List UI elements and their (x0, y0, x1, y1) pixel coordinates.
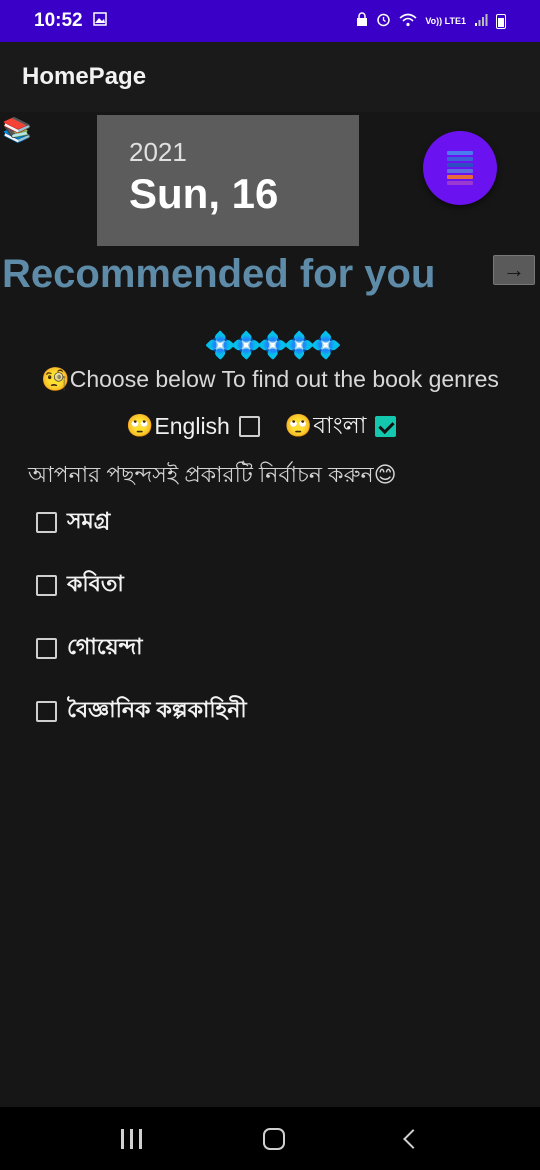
genre-item[interactable]: কবিতা (36, 568, 247, 602)
bangla-checkbox[interactable] (375, 415, 397, 437)
genre-item[interactable]: বৈজ্ঞানিক কল্পকাহিনী (36, 694, 247, 728)
english-checkbox[interactable] (238, 415, 260, 437)
status-time: 10:52 (34, 10, 83, 31)
arrow-right-icon: → (503, 257, 525, 282)
face-emoji-icon: 🙄 (126, 413, 154, 438)
wifi-icon (399, 13, 417, 30)
language-selector: 🙄 English 🙄 বাংলা (126, 410, 397, 442)
instruction-text: 🧐Choose below To find out the book genre… (41, 366, 499, 392)
date-card: 2021 Sun, 16 (97, 115, 359, 246)
recommended-title: Recommended for you (2, 252, 436, 296)
language-option-bangla[interactable]: 🙄 বাংলা (285, 407, 397, 446)
face-emoji-icon: 🙄 (284, 413, 313, 438)
date-year: 2021 (129, 137, 187, 167)
genre-checkbox[interactable] (36, 511, 57, 533)
language-label: English (154, 412, 230, 439)
genre-label: বৈজ্ঞানিক কল্পকাহিনী (67, 696, 247, 722)
network-label: Vo)) LTE1 (425, 15, 466, 26)
recents-button[interactable] (120, 1128, 142, 1149)
app-bar: HomePage (0, 42, 540, 112)
next-arrow-button[interactable]: → (493, 255, 535, 285)
home-button[interactable] (262, 1127, 285, 1150)
language-option-english[interactable]: 🙄 English (126, 413, 260, 440)
diamonds-decoration: 💠💠💠💠💠 (204, 330, 342, 360)
books-icon: 📚 (2, 117, 32, 144)
genre-label: গোয়েন্দা (67, 633, 143, 659)
genre-label: সমগ্র (67, 507, 111, 533)
genre-checkbox[interactable] (36, 574, 57, 596)
alarm-icon (376, 12, 391, 30)
genre-label: কবিতা (67, 570, 124, 596)
lock-icon (356, 12, 368, 30)
battery-icon (496, 13, 506, 29)
genre-checkbox[interactable] (36, 700, 57, 722)
book-stack-icon (447, 151, 473, 185)
status-bar: 10:52 Vo)) LTE1 (0, 0, 540, 42)
genre-item[interactable]: গোয়েন্দা (36, 631, 247, 665)
date-day: Sun, 16 (129, 170, 279, 217)
library-fab-button[interactable] (423, 131, 497, 205)
genre-prompt: আপনার পছন্দসই প্রকারটি নির্বাচন করুন😊 (28, 462, 397, 487)
genre-checkbox[interactable] (36, 637, 57, 659)
genre-list: সমগ্র কবিতা গোয়েন্দা বৈজ্ঞানিক কল্পকাহি… (36, 505, 247, 757)
signal-icon (474, 13, 488, 30)
back-button[interactable] (402, 1128, 423, 1149)
page-title: HomePage (22, 63, 147, 90)
genre-item[interactable]: সমগ্র (36, 505, 247, 539)
system-nav-bar (0, 1107, 540, 1170)
gallery-icon (92, 11, 107, 31)
language-label: বাংলা (313, 411, 367, 438)
